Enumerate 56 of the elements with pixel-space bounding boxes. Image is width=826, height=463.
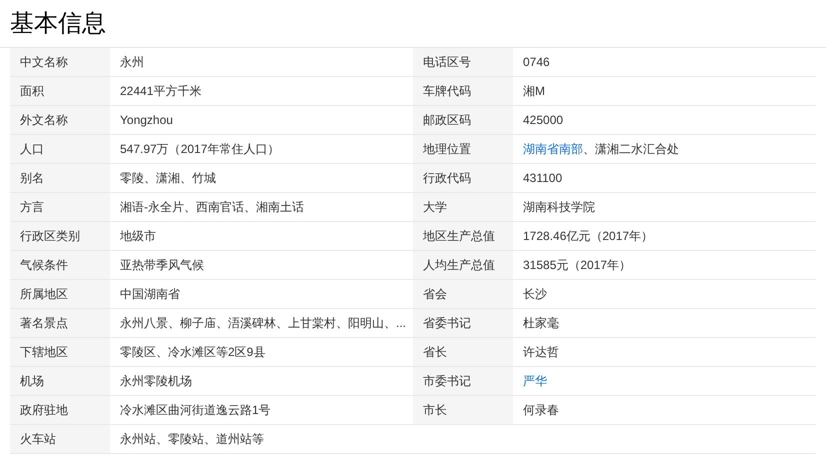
value-text: 中国湖南省 [120, 286, 180, 303]
field-label: 火车站 [20, 431, 56, 448]
field-label: 省委书记 [423, 315, 471, 332]
field-label: 市长 [423, 402, 447, 419]
section-title: 基本信息 [10, 12, 106, 36]
value-text: 431100 [523, 170, 562, 187]
field-label: 市委书记 [423, 373, 471, 390]
value-link[interactable]: 严华 [523, 372, 547, 390]
field-label: 车牌代码 [423, 83, 471, 100]
value-text: 31585元（2017年） [523, 257, 632, 274]
value-text: 何录春 [523, 402, 559, 419]
value-text: 湘语-永全片、西南官话、湘南土话 [120, 199, 304, 216]
field-label: 行政代码 [423, 170, 471, 187]
field-label: 机场 [20, 373, 44, 390]
field-label: 人口 [20, 141, 44, 158]
value-text: 425000 [523, 112, 564, 129]
value-text: 零陵、潇湘、竹城 [120, 170, 216, 187]
value-text: Yongzhou [120, 112, 173, 129]
field-label: 面积 [20, 83, 44, 100]
field-label: 气候条件 [20, 257, 68, 274]
value-text: 地级市 [120, 228, 156, 245]
value-text: 零陵区、冷水滩区等2区9县 [120, 344, 266, 361]
value-text: 永州零陵机场 [120, 373, 192, 390]
value-link[interactable]: 湖南省南部 [523, 140, 583, 158]
value-text: 长沙 [523, 286, 547, 303]
value-text: 湖南科技学院 [523, 199, 595, 216]
field-label: 省长 [423, 344, 447, 361]
value-text: 杜家毫 [523, 315, 559, 332]
value-text: 永州 [120, 54, 144, 71]
field-label: 人均生产总值 [423, 257, 495, 274]
field-label: 著名景点 [20, 315, 68, 332]
value-text: 、潇湘二水汇合处 [583, 141, 679, 158]
value-text: 永州八景、柳子庙、浯溪碑林、上甘棠村、阳明山、... [120, 315, 406, 332]
field-label: 政府驻地 [20, 402, 68, 419]
field-label: 省会 [423, 286, 447, 303]
field-label: 方言 [20, 199, 44, 216]
value-text: 湘M [523, 83, 545, 100]
field-label: 邮政区码 [423, 112, 471, 129]
field-label: 地理位置 [423, 141, 471, 158]
value-text: 0746 [523, 54, 550, 71]
field-label: 下辖地区 [20, 344, 68, 361]
field-label: 地区生产总值 [423, 228, 495, 245]
value-text: 亚热带季风气候 [120, 257, 204, 274]
field-label: 行政区类别 [20, 228, 80, 245]
field-label: 所属地区 [20, 286, 68, 303]
field-label: 外文名称 [20, 112, 68, 129]
field-label: 电话区号 [423, 54, 471, 71]
value-text: 冷水滩区曲河街道逸云路1号 [120, 402, 271, 419]
value-text: 547.97万（2017年常住人口） [120, 141, 280, 158]
value-text: 1728.46亿元（2017年） [523, 228, 654, 245]
value-text: 许达哲 [523, 344, 559, 361]
field-label: 中文名称 [20, 54, 68, 71]
field-label: 大学 [423, 199, 447, 216]
value-text: 永州站、零陵站、道州站等 [120, 431, 264, 448]
field-label: 别名 [20, 170, 44, 187]
value-text: 22441平方千米 [120, 83, 202, 100]
